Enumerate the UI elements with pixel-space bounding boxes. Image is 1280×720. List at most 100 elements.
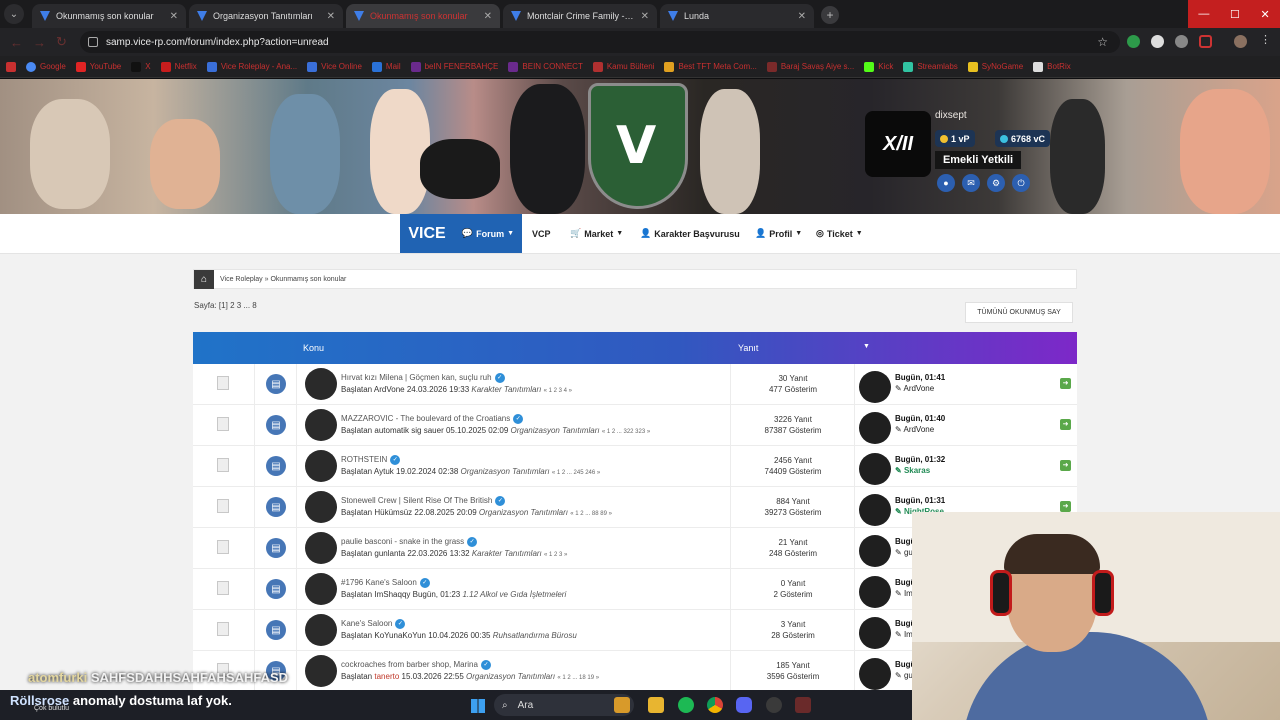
close-icon[interactable]: ✕ bbox=[170, 11, 178, 22]
spotify-icon[interactable] bbox=[678, 697, 694, 713]
last-post-time[interactable]: Bugün, 01:40 bbox=[895, 414, 945, 423]
bookmark-item[interactable]: Vice Online bbox=[307, 61, 362, 72]
topic-forum-link[interactable]: Organizasyon Tanıtımları bbox=[511, 426, 600, 435]
site-info-icon[interactable] bbox=[88, 37, 98, 47]
discord-icon[interactable] bbox=[736, 697, 752, 713]
browser-tab[interactable]: Okunmamış son konular ✕ bbox=[32, 4, 186, 28]
topic-author-link[interactable]: automatik sig sauer bbox=[374, 426, 443, 435]
nav-market[interactable]: 🛒 Market ▼ bbox=[570, 214, 623, 253]
last-poster-avatar[interactable] bbox=[859, 371, 891, 403]
topic-author-link[interactable]: KoYunaKoYun bbox=[374, 631, 426, 640]
minimize-icon[interactable]: — bbox=[1198, 8, 1209, 20]
topic-forum-link[interactable]: Karakter Tanıtımları bbox=[472, 549, 542, 558]
extension-gear-icon[interactable] bbox=[1175, 35, 1188, 48]
page-links[interactable]: 2 3 ... 8 bbox=[230, 301, 257, 310]
bookmark-item[interactable]: BEIN CONNECT bbox=[508, 61, 583, 72]
browser-tab-active[interactable]: Okunmamış son konular ✕ bbox=[346, 4, 500, 28]
browser-tab[interactable]: Lunda ✕ bbox=[660, 4, 814, 28]
extension-circle-icon[interactable] bbox=[1151, 35, 1164, 48]
bookmark-item[interactable]: SyNoGame bbox=[967, 61, 1023, 72]
forward-arrow-icon[interactable]: → bbox=[33, 35, 46, 50]
breadcrumb-root-link[interactable]: Vice Roleplay bbox=[220, 276, 263, 283]
topic-avatar[interactable] bbox=[305, 532, 337, 564]
topic-forum-link[interactable]: Organizasyon Tanıtımları bbox=[466, 672, 555, 681]
last-poster-avatar[interactable] bbox=[859, 535, 891, 567]
topic-forum-link[interactable]: 1.12 Alkol ve Gıda İşletmeleri bbox=[462, 590, 566, 599]
topic-title-link[interactable]: paulie basconi - snake in the grass ✓ bbox=[341, 537, 478, 547]
topic-avatar[interactable] bbox=[305, 368, 337, 400]
extension-frame-icon[interactable] bbox=[1199, 35, 1212, 48]
go-to-new-post-icon[interactable]: ➜ bbox=[1060, 378, 1071, 389]
bookmark-item[interactable]: Netflix bbox=[160, 61, 197, 72]
last-poster-link[interactable]: ✎ Im bbox=[895, 630, 913, 639]
taskbar-search[interactable]: ⌕ Ara bbox=[494, 694, 634, 716]
browser-menu-icon[interactable]: ⋮ bbox=[1260, 33, 1273, 46]
bookmark-item[interactable]: Streamlabs bbox=[903, 61, 958, 72]
bookmark-item[interactable]: Kamu Bülteni bbox=[592, 61, 654, 72]
last-poster-avatar[interactable] bbox=[859, 576, 891, 608]
nav-profile[interactable]: 👤 Profil ▼ bbox=[755, 214, 802, 253]
topic-page-links[interactable]: « 1 2 3 » bbox=[544, 552, 567, 558]
weather-widget[interactable]: Çok bulutlu bbox=[34, 705, 69, 712]
last-poster-link[interactable]: ✎ Skaras bbox=[895, 466, 930, 475]
last-poster-avatar[interactable] bbox=[859, 617, 891, 649]
nav-forum[interactable]: 💬 Forum ▼ bbox=[454, 214, 522, 253]
last-poster-avatar[interactable] bbox=[859, 453, 891, 485]
nav-character-application[interactable]: 👤 Karakter Başvurusu bbox=[640, 214, 740, 253]
go-to-new-post-icon[interactable]: ➜ bbox=[1060, 419, 1071, 430]
bookmark-item[interactable]: Best TFT Meta Com... bbox=[664, 61, 757, 72]
go-to-new-post-icon[interactable]: ➜ bbox=[1060, 501, 1071, 512]
column-topic[interactable]: Konu bbox=[303, 343, 324, 353]
bookmark-item[interactable]: Kick bbox=[864, 61, 893, 72]
username[interactable]: dixsept bbox=[935, 110, 967, 121]
nav-ticket[interactable]: ◎ Ticket ▼ bbox=[816, 214, 863, 253]
topic-page-links[interactable]: « 1 2 ... 88 89 » bbox=[570, 511, 612, 517]
last-post-time[interactable]: Bugün, 01:41 bbox=[895, 373, 945, 382]
last-poster-avatar[interactable] bbox=[859, 412, 891, 444]
topic-author-link[interactable]: gunlanta bbox=[374, 549, 405, 558]
topic-author-link[interactable]: ArdVone bbox=[374, 385, 405, 394]
topic-title-link[interactable]: cockroaches from barber shop, Marina ✓ bbox=[341, 660, 491, 670]
bookmark-item[interactable]: X bbox=[131, 61, 151, 72]
mark-all-read-button[interactable]: TÜMÜNÜ OKUNMUŞ SAY bbox=[965, 302, 1073, 323]
last-poster-link[interactable]: ✎ gu bbox=[895, 671, 913, 680]
topic-title-link[interactable]: Stonewell Crew | Silent Rise Of The Brit… bbox=[341, 496, 506, 506]
bookmark-star-icon[interactable]: ☆ bbox=[1097, 35, 1108, 49]
envelope-icon[interactable]: ✉ bbox=[962, 174, 980, 192]
bell-icon[interactable]: ● bbox=[937, 174, 955, 192]
obs-icon[interactable] bbox=[766, 697, 782, 713]
close-icon[interactable]: ✕ bbox=[798, 11, 806, 22]
nav-vcp[interactable]: VCP bbox=[532, 214, 551, 253]
topic-title-link[interactable]: MAZZAROVIC - The boulevard of the Croati… bbox=[341, 414, 524, 424]
avatar[interactable]: X/II bbox=[865, 111, 931, 177]
last-post-time[interactable]: Bugün, 01:31 bbox=[895, 496, 945, 505]
topic-page-links[interactable]: « 1 2 ... 18 19 » bbox=[557, 675, 599, 681]
last-poster-link[interactable]: ✎ gu bbox=[895, 548, 913, 557]
url-field[interactable]: samp.vice-rp.com/forum/index.php?action=… bbox=[80, 31, 1120, 53]
last-poster-avatar[interactable] bbox=[859, 494, 891, 526]
topic-page-links[interactable]: « 1 2 3 4 » bbox=[544, 388, 572, 394]
last-poster-link[interactable]: ✎ ArdVone bbox=[895, 384, 934, 393]
profile-avatar-icon[interactable] bbox=[1234, 35, 1247, 48]
last-post-time[interactable]: Bugün, 01:32 bbox=[895, 455, 945, 464]
column-replies[interactable]: Yanıt bbox=[738, 343, 758, 353]
windows-start-icon[interactable] bbox=[471, 699, 485, 713]
maximize-icon[interactable]: ☐ bbox=[1230, 8, 1240, 21]
topic-author-link[interactable]: tanerto bbox=[374, 672, 399, 681]
chrome-icon[interactable] bbox=[707, 697, 723, 713]
back-arrow-icon[interactable]: ← bbox=[10, 35, 23, 50]
reload-icon[interactable]: ↻ bbox=[56, 34, 67, 50]
topic-avatar[interactable] bbox=[305, 450, 337, 482]
bookmark-apps-icon[interactable] bbox=[6, 61, 16, 72]
bookmark-item[interactable]: Vice Roleplay - Ana... bbox=[206, 61, 297, 72]
gear-icon[interactable]: ⚙ bbox=[987, 174, 1005, 192]
topic-avatar[interactable] bbox=[305, 614, 337, 646]
topic-author-link[interactable]: Hükümsüz bbox=[374, 508, 412, 517]
topic-title-link[interactable]: Kane's Saloon ✓ bbox=[341, 619, 406, 629]
close-icon[interactable]: ✕ bbox=[327, 11, 335, 22]
close-icon[interactable]: ✕ bbox=[484, 11, 492, 22]
browser-tab[interactable]: Organizasyon Tanıtımları ✕ bbox=[189, 4, 343, 28]
topic-avatar[interactable] bbox=[305, 491, 337, 523]
topic-page-links[interactable]: « 1 2 ... 322 323 » bbox=[602, 429, 650, 435]
topic-forum-link[interactable]: Ruhsatlandırma Bürosu bbox=[493, 631, 577, 640]
